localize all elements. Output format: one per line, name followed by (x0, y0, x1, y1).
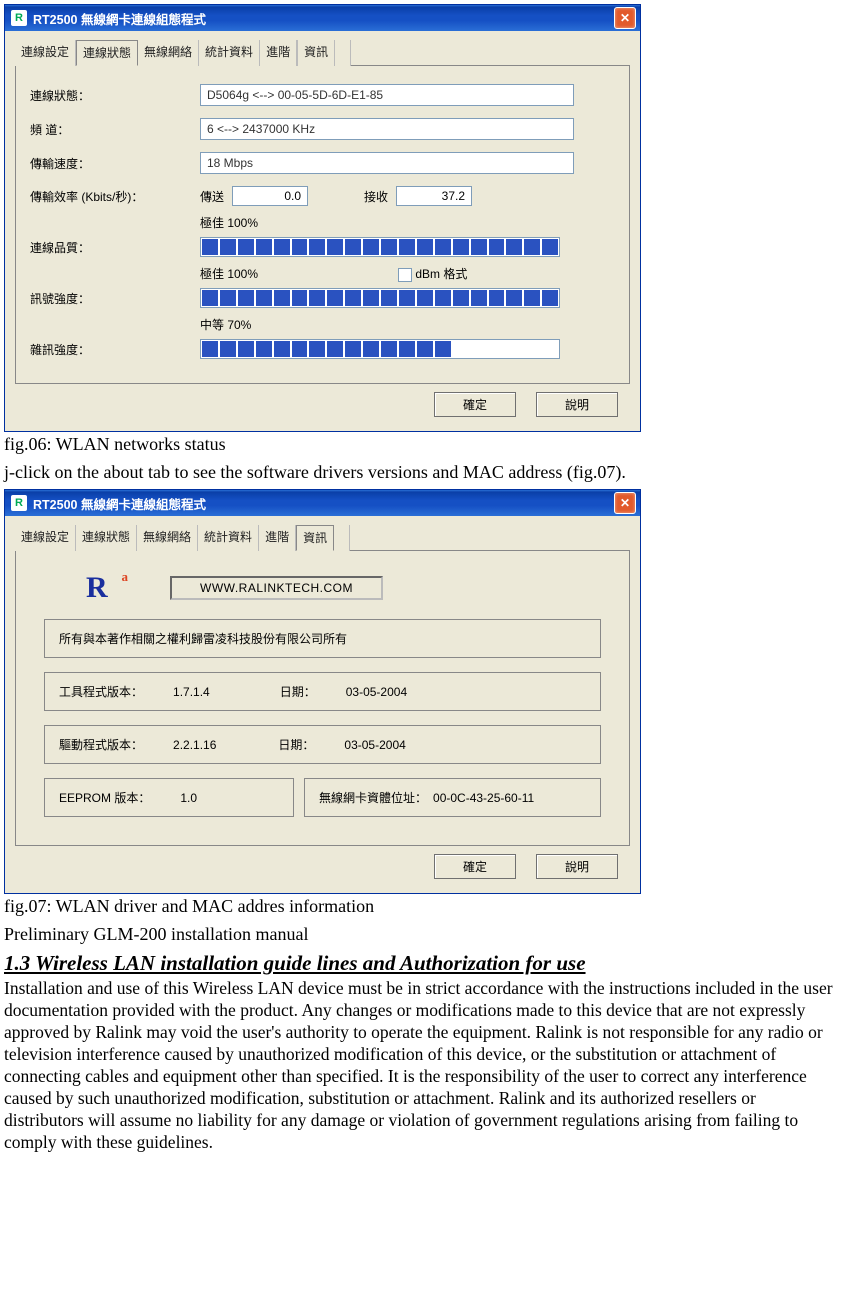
quality-caption: 極佳 100% (200, 214, 258, 231)
tab-connection-settings[interactable]: 連線設定 (15, 40, 76, 66)
tab-wireless-networks[interactable]: 無線網絡 (138, 40, 199, 66)
titlebar[interactable]: R RT2500 無線網卡連線組態程式 ✕ (5, 5, 640, 31)
value-driver-version: 2.2.1.16 (173, 738, 216, 752)
tab-statistics[interactable]: 統計資料 (198, 525, 259, 551)
quality-bar (200, 237, 560, 257)
noise-caption: 中等 70% (200, 316, 251, 333)
wlan-about-window: R RT2500 無線網卡連線組態程式 ✕ 連線設定 連線狀態 無線網絡 統計資… (4, 489, 641, 894)
copyright-panel: 所有與本著作相關之權利歸雷凌科技股份有限公司所有 (44, 619, 601, 658)
label-status: 連線狀態： (30, 87, 200, 104)
noise-bar (200, 339, 560, 359)
label-eeprom: EEPROM 版本： (59, 789, 150, 806)
driver-version-panel: 驅動程式版本： 2.2.1.16 日期： 03-05-2004 (44, 725, 601, 764)
value-mac: 00-0C-43-25-60-11 (433, 791, 534, 805)
signal-bar (200, 288, 560, 308)
tab-spacer (335, 40, 351, 66)
section-body: Installation and use of this Wireless LA… (4, 978, 834, 1153)
tab-connection-status[interactable]: 連線狀態 (76, 525, 137, 551)
value-eeprom: 1.0 (180, 791, 197, 805)
tab-wireless-networks[interactable]: 無線網絡 (137, 525, 198, 551)
label-channel: 頻 道： (30, 121, 200, 138)
value-tx: 0.0 (232, 186, 308, 206)
value-channel: 6 <--> 2437000 KHz (200, 118, 574, 140)
caption-fig07: fig.07: WLAN driver and MAC addres infor… (4, 896, 838, 918)
value-status: D5064g <--> 00-05-5D-6D-E1-85 (200, 84, 574, 106)
label-tool-version: 工具程式版本： (59, 683, 143, 700)
help-button[interactable]: 說明 (536, 854, 618, 879)
label-tx: 傳送 (200, 188, 224, 205)
tab-connection-status[interactable]: 連線狀態 (76, 40, 138, 66)
tab-about[interactable]: 資訊 (297, 40, 335, 66)
label-noise: 雜訊強度： (30, 341, 200, 358)
tabstrip: 連線設定 連線狀態 無線網絡 統計資料 進階 資訊 (15, 524, 630, 551)
eeprom-panel: EEPROM 版本： 1.0 (44, 778, 294, 817)
titlebar[interactable]: R RT2500 無線網卡連線組態程式 ✕ (5, 490, 640, 516)
caption-fig06: fig.06: WLAN networks status (4, 434, 838, 456)
label-mac: 無線網卡資體位址： (319, 789, 427, 806)
ok-button[interactable]: 確定 (434, 854, 516, 879)
tab-statistics[interactable]: 統計資料 (199, 40, 260, 66)
ok-button[interactable]: 確定 (434, 392, 516, 417)
copyright-text: 所有與本著作相關之權利歸雷凌科技股份有限公司所有 (59, 630, 347, 647)
label-signal: 訊號強度： (30, 290, 200, 307)
close-icon[interactable]: ✕ (614, 492, 636, 514)
app-icon: R (11, 10, 27, 26)
label-driver-version: 驅動程式版本： (59, 736, 143, 753)
section-header: 1.3 Wireless LAN installation guide line… (4, 951, 838, 976)
label-speed: 傳輸速度： (30, 155, 200, 172)
tab-advanced[interactable]: 進階 (259, 525, 296, 551)
instruction-j: j-click on the about tab to see the soft… (4, 462, 838, 484)
value-tool-date: 03-05-2004 (346, 685, 407, 699)
label-quality: 連線品質： (30, 239, 200, 256)
value-rx: 37.2 (396, 186, 472, 206)
tab-body: R WWW.RALINKTECH.COM 所有與本著作相關之權利歸雷凌科技股份有… (15, 551, 630, 846)
manual-title: Preliminary GLM-200 installation manual (4, 924, 838, 946)
label-rx: 接收 (364, 188, 388, 205)
tabstrip: 連線設定 連線狀態 無線網絡 統計資料 進階 資訊 (15, 39, 630, 66)
vendor-url: WWW.RALINKTECH.COM (170, 576, 383, 600)
value-tool-version: 1.7.1.4 (173, 685, 210, 699)
help-button[interactable]: 說明 (536, 392, 618, 417)
ralink-logo-icon: R (86, 571, 120, 605)
mac-panel: 無線網卡資體位址： 00-0C-43-25-60-11 (304, 778, 601, 817)
tab-advanced[interactable]: 進階 (260, 40, 297, 66)
tab-about[interactable]: 資訊 (296, 525, 334, 551)
tab-body: 連線狀態： D5064g <--> 00-05-5D-6D-E1-85 頻 道：… (15, 66, 630, 384)
value-speed: 18 Mbps (200, 152, 574, 174)
app-icon: R (11, 495, 27, 511)
wlan-status-window: R RT2500 無線網卡連線組態程式 ✕ 連線設定 連線狀態 無線網絡 統計資… (4, 4, 641, 432)
tab-spacer (334, 525, 350, 551)
close-icon[interactable]: ✕ (614, 7, 636, 29)
window-title: RT2500 無線網卡連線組態程式 (33, 9, 614, 28)
window-title: RT2500 無線網卡連線組態程式 (33, 494, 614, 513)
dbm-checkbox[interactable] (398, 268, 412, 282)
tool-version-panel: 工具程式版本： 1.7.1.4 日期： 03-05-2004 (44, 672, 601, 711)
signal-caption: 極佳 100% (200, 265, 258, 282)
label-tool-date: 日期： (280, 683, 316, 700)
label-throughput: 傳輸效率 (Kbits/秒)： (30, 188, 200, 205)
label-driver-date: 日期： (278, 736, 314, 753)
tab-connection-settings[interactable]: 連線設定 (15, 525, 76, 551)
label-dbm: dBm 格式 (415, 267, 467, 281)
value-driver-date: 03-05-2004 (344, 738, 405, 752)
